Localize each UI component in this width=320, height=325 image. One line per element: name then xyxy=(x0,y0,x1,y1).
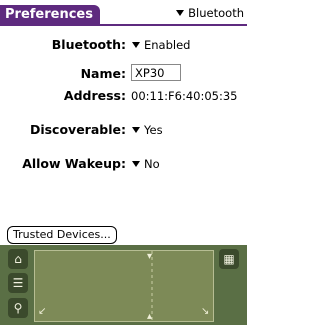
home-icon[interactable]: ⌂ xyxy=(8,249,28,269)
allow-wakeup-label: Allow Wakeup: xyxy=(22,156,126,171)
bluetooth-value: Enabled xyxy=(144,38,191,52)
graffiti-writing-area[interactable]: ▾ ▴ ↙ ↘ xyxy=(34,250,214,322)
calculator-icon[interactable]: ▦ xyxy=(219,249,239,269)
allow-wakeup-trigger[interactable]: No xyxy=(132,157,160,171)
trusted-devices-button[interactable]: Trusted Devices... xyxy=(7,226,117,244)
dropdown-arrow-icon xyxy=(132,42,140,48)
menu-icon[interactable]: ☰ xyxy=(8,273,28,293)
discoverable-trigger[interactable]: Yes xyxy=(132,123,163,137)
top-marker-icon: ▾ xyxy=(147,251,153,262)
panel-selector[interactable]: Bluetooth xyxy=(176,6,244,20)
bluetooth-label: Bluetooth: xyxy=(51,37,126,52)
app-title[interactable]: Preferences xyxy=(0,5,100,25)
bluetooth-trigger[interactable]: Enabled xyxy=(132,38,190,52)
device-name-field[interactable]: XP30 xyxy=(131,64,181,81)
dropdown-arrow-icon xyxy=(176,10,185,16)
discoverable-label: Discoverable: xyxy=(29,122,126,137)
title-divider xyxy=(0,24,247,26)
panel-selector-label: Bluetooth xyxy=(188,6,244,20)
discoverable-value: Yes xyxy=(144,123,163,137)
name-label: Name: xyxy=(80,66,126,81)
address-value: 00:11:F6:40:05:35 xyxy=(131,89,238,103)
allow-wakeup-value: No xyxy=(144,157,160,171)
num-marker-icon: ↘ xyxy=(201,306,210,317)
find-icon[interactable]: ⚲ xyxy=(8,298,28,318)
bottom-marker-icon: ▴ xyxy=(147,311,153,322)
dropdown-arrow-icon xyxy=(132,127,140,133)
address-label: Address: xyxy=(63,88,126,103)
title-bar: Preferences Bluetooth xyxy=(0,0,247,28)
dropdown-arrow-icon xyxy=(132,161,140,167)
graffiti-panel: ⌂ ☰ ⚲ ▦ ▾ ▴ ↙ ↘ xyxy=(0,245,247,325)
abc-marker-icon: ↙ xyxy=(38,306,47,317)
